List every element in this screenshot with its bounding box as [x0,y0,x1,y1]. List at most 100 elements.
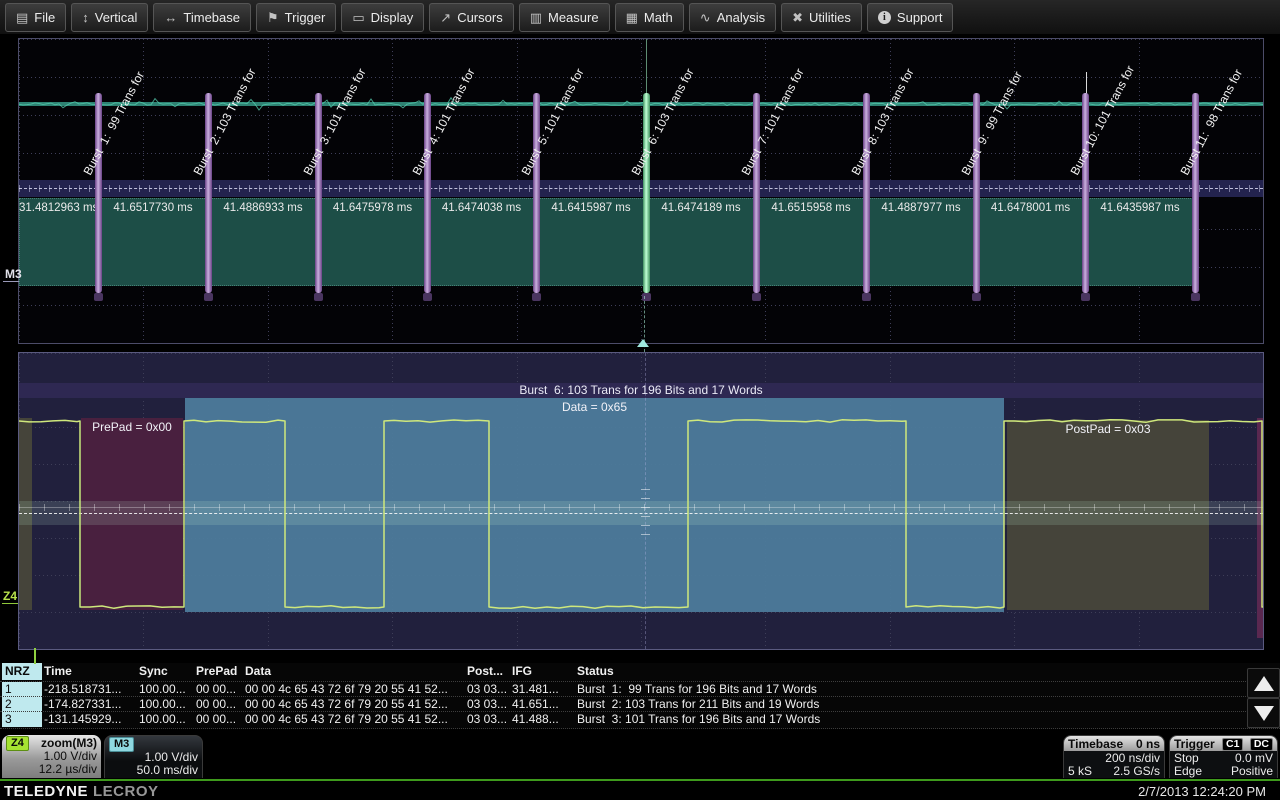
interval-measurement-3: 41.4886933 ms [208,202,318,214]
display-icon: ▭ [352,11,364,24]
interval-measurement-2: 41.6517730 ms [98,202,208,214]
burst-marker-4 [424,93,431,293]
timebase-rate: 2.5 GS/s [1113,765,1160,778]
burst-marker-cap [972,293,981,301]
cell-prepad: 00 00... [196,682,245,697]
burst-marker-10 [1082,93,1089,293]
burst-marker-cap [1191,293,1200,301]
z4-descriptor[interactable]: Z4 zoom(M3) 1.00 V/div 12.2 µs/div [2,735,101,778]
burst-marker-cap [94,293,103,301]
burst-marker-5 [533,93,540,293]
interval-measurement-9: 41.4887977 ms [866,202,976,214]
burst-marker-2 [205,93,212,293]
cell-ifg: 41.651... [512,697,577,712]
cell-prepad: 00 00... [196,712,245,727]
column-header-nrz: NRZ [2,663,42,680]
m3-badge: M3 [109,737,134,752]
arrow-down-icon [1254,706,1274,721]
menu-button-label: Cursors [457,10,503,25]
datetime-display: 2/7/2013 12:24:20 PM [1138,784,1266,799]
cell-ifg: 41.488... [512,712,577,727]
column-header-post: Post... [467,663,512,680]
menu-button-file[interactable]: ▤ File [5,3,66,32]
timebase-samples: 5 kS [1068,765,1092,778]
cell-time: -131.145929... [44,712,139,727]
menu-button-label: Timebase [183,10,240,25]
trace-label-m3: M3 [5,267,22,281]
trigger-slope: Positive [1231,765,1273,778]
cell-data: 00 00 4c 65 43 72 6f 79 20 55 41 52... [245,682,467,697]
menu-button-label: Support [897,10,943,25]
cell-sync: 100.00... [139,697,196,712]
timebase-title: Timebase [1068,737,1123,751]
burst-marker-11 [1192,93,1199,293]
menu-button-label: Vertical [95,10,138,25]
menu-button-label: Trigger [285,10,326,25]
z4-tdiv: 12.2 µs/div [39,763,97,776]
support-icon: i [878,11,891,24]
table-header-row: NRZTimeSyncPrePadDataPost...IFGStatus [0,663,1280,680]
burst-marker-cap [1081,293,1090,301]
burst-marker-9 [973,93,980,293]
cell-ifg: 31.481... [512,682,577,697]
burst-marker-1 [95,93,102,293]
arrow-up-icon [1254,676,1274,691]
table-row-1[interactable]: 1-218.518731...100.00...00 00...00 00 4c… [0,681,1280,697]
table-row-2[interactable]: 2-174.827331...100.00...00 00...00 00 4c… [0,696,1280,712]
trigger-coupling-badge: DC [1250,738,1273,751]
menu-button-math[interactable]: ▦Math [615,3,684,32]
waveform-panel-m3[interactable]: 31.4812963 ms41.6517730 ms41.4886933 ms4… [18,38,1264,344]
cell-nrz: 1 [2,682,42,697]
analysis-icon: ∿ [700,11,711,24]
menu-button-label: Math [644,10,673,25]
cell-status: Burst 3: 101 Trans for 196 Bits and 17 W… [577,712,1243,727]
interval-measurement-5: 41.6474038 ms [427,202,536,214]
menu-button-label: Analysis [717,10,765,25]
table-row-3[interactable]: 3-131.145929...100.00...00 00...00 00 4c… [0,711,1280,727]
menu-button-trigger[interactable]: ⚑ Trigger [256,3,336,32]
trigger-source-badge: C1 [1222,738,1243,751]
menu-button-display[interactable]: ▭Display [341,3,424,32]
trigger-descriptor[interactable]: Trigger C1 DC Stop 0.0 mV Edge Positive [1169,735,1278,778]
interval-measurement-7: 41.6474189 ms [646,202,756,214]
column-header-prepad: PrePad [196,663,245,680]
cell-post: 03 03... [467,697,512,712]
cell-status: Burst 1: 99 Trans for 196 Bits and 17 Wo… [577,682,1243,697]
burst-marker-cap [752,293,761,301]
menu-button-utilities[interactable]: ✖ Utilities [781,3,862,32]
file-icon: ▤ [16,11,28,24]
timebase-descriptor[interactable]: Timebase 0 ns 200 ns/div 5 kS 2.5 GS/s [1063,735,1165,778]
menu-button-measure[interactable]: ▥Measure [519,3,610,32]
scroll-down-button[interactable] [1247,698,1280,728]
menu-button-support[interactable]: i Support [867,3,954,32]
z4-badge: Z4 [6,736,29,751]
zoom-position-marker-icon[interactable] [637,339,649,347]
burst-marker-6 [643,93,650,293]
menu-button-cursors[interactable]: ↗Cursors [429,3,513,32]
menu-button-timebase[interactable]: ↔Timebase [153,3,251,32]
oscilloscope-screen: ▤ File ↕ Vertical ↔Timebase ⚑ Trigger ▭Display↗… [0,0,1280,800]
burst-marker-cap [423,293,432,301]
m3-descriptor[interactable]: M3 1.00 V/div 50.0 ms/div [104,735,203,778]
scroll-up-button[interactable] [1247,668,1280,698]
column-header-data: Data [245,663,467,680]
menu-bar: ▤ File ↕ Vertical ↔Timebase ⚑ Trigger ▭Display↗… [0,0,1280,35]
menu-button-vertical[interactable]: ↕ Vertical [71,3,148,32]
brand-logo: TELEDYNELECROY [4,783,159,800]
cell-prepad: 00 00... [196,697,245,712]
trigger-type: Edge [1174,765,1202,778]
burst-marker-8 [863,93,870,293]
zoom-panel-z4[interactable]: PrePad = 0x00 Data = 0x65 PostPad = 0x03… [18,352,1264,650]
cell-post: 03 03... [467,712,512,727]
utilities-icon: ✖ [792,11,803,24]
burst-marker-7 [753,93,760,293]
trigger-icon: ⚑ [267,11,279,24]
menu-button-label: File [34,10,55,25]
menu-button-label: Utilities [809,10,851,25]
menu-button-analysis[interactable]: ∿ Analysis [689,3,776,32]
interval-measurement-8: 41.6515958 ms [756,202,866,214]
z4-position-tick [34,648,36,664]
m3-tdiv: 50.0 ms/div [137,764,198,777]
vertical-icon: ↕ [82,11,89,24]
interval-measurement-4: 41.6475978 ms [318,202,427,214]
